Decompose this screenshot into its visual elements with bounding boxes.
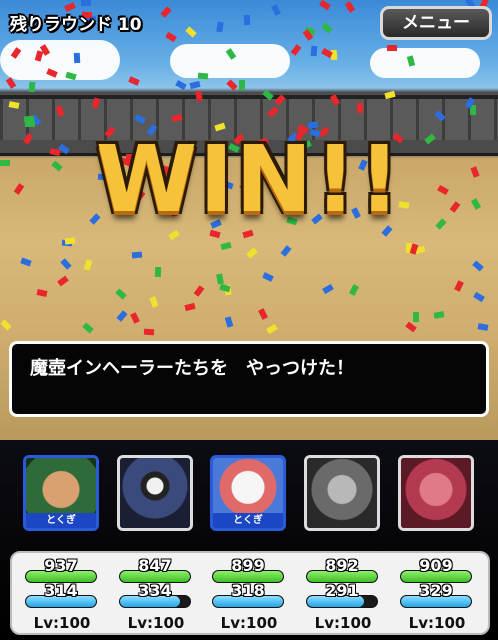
confetti-piece — [60, 258, 72, 270]
confetti-piece — [160, 6, 172, 18]
confetti-piece — [321, 22, 333, 34]
confetti-piece — [57, 275, 69, 287]
confetti-piece — [165, 31, 177, 43]
confetti-piece — [243, 14, 251, 26]
confetti-piece — [195, 90, 203, 102]
confetti-piece — [433, 311, 445, 319]
confetti-piece — [197, 72, 209, 80]
level-label: Lv:100 — [127, 614, 185, 632]
party-portrait-1[interactable]: とくぎ — [23, 455, 99, 531]
confetti-piece — [262, 272, 274, 282]
level-label: Lv:100 — [408, 614, 466, 632]
cloud — [370, 48, 480, 78]
confetti-piece — [28, 81, 36, 93]
confetti-piece — [23, 115, 35, 123]
hp-value: 899 — [231, 556, 265, 575]
confetti-piece — [189, 80, 201, 90]
confetti-piece — [238, 79, 246, 91]
confetti-piece — [258, 308, 268, 320]
confetti-piece — [20, 257, 32, 267]
confetti-piece — [477, 323, 489, 331]
confetti-piece — [310, 45, 318, 57]
mp-value: 314 — [44, 581, 78, 600]
confetti-piece — [115, 288, 127, 300]
level-label: Lv:100 — [314, 614, 372, 632]
confetti-piece — [131, 251, 143, 259]
confetti-piece — [226, 79, 238, 91]
level-label: Lv:100 — [33, 614, 91, 632]
mp-value: 334 — [138, 581, 172, 600]
confetti-piece — [220, 241, 232, 251]
confetti-piece — [36, 289, 48, 297]
confetti-piece — [216, 21, 224, 33]
confetti-piece — [266, 323, 278, 335]
confetti-piece — [224, 316, 234, 328]
hp-value: 847 — [138, 556, 172, 575]
hp-value: 909 — [419, 556, 453, 575]
cloud — [0, 40, 120, 80]
confetti-piece — [80, 0, 92, 7]
mp-value: 291 — [325, 581, 359, 600]
confetti-piece — [356, 102, 364, 114]
portrait-image — [401, 458, 471, 528]
party-portrait-5[interactable] — [398, 455, 474, 531]
message-box: 魔壺インヘーラーたちを やっつけた！ — [9, 341, 489, 417]
mp-value: 329 — [419, 581, 453, 600]
confetti-piece — [322, 283, 334, 295]
confetti-piece — [387, 45, 397, 51]
confetti-piece — [128, 76, 140, 86]
rounds-remaining: 残りラウンド 10 — [10, 15, 142, 35]
confetti-piece — [130, 312, 140, 324]
confetti-piece — [271, 4, 281, 16]
confetti-piece — [405, 321, 417, 333]
mp-value: 318 — [231, 581, 265, 600]
win-banner: WIN!! — [95, 126, 403, 233]
confetti-piece — [184, 302, 196, 312]
confetti-piece — [454, 280, 464, 292]
confetti-piece — [83, 259, 93, 271]
skill-tag: とくぎ — [26, 513, 96, 528]
confetti-piece — [143, 328, 155, 336]
portrait-image — [307, 458, 377, 528]
battle-scene: 残りラウンド 10 メニュー WIN!! 魔壺インヘーラーたちを やっつけた！ — [0, 0, 498, 440]
confetti-piece — [472, 260, 484, 272]
confetti-piece — [193, 285, 205, 297]
party-portrait-2[interactable] — [117, 455, 193, 531]
confetti-piece — [82, 322, 94, 334]
confetti-piece — [246, 247, 258, 259]
confetti-piece — [175, 79, 187, 91]
confetti-piece — [73, 52, 81, 64]
confetti-piece — [349, 284, 359, 296]
confetti-piece — [0, 319, 12, 331]
level-label: Lv:100 — [220, 614, 278, 632]
confetti-piece — [319, 0, 331, 11]
confetti-piece — [116, 310, 128, 322]
confetti-piece — [473, 291, 485, 303]
confetti-piece — [413, 312, 419, 322]
portrait-image — [120, 458, 190, 528]
confetti-piece — [344, 1, 356, 13]
confetti-piece — [219, 283, 231, 293]
confetti-piece — [64, 237, 76, 245]
message-text: 魔壺インヘーラーたちを やっつけた！ — [30, 358, 354, 379]
party-portrait-4[interactable] — [304, 455, 380, 531]
skill-tag: とくぎ — [213, 513, 283, 528]
menu-button[interactable]: メニュー — [380, 6, 492, 40]
confetti-piece — [290, 44, 302, 56]
confetti-piece — [185, 26, 197, 38]
hp-value: 937 — [44, 556, 78, 575]
party-portrait-3[interactable]: とくぎ — [210, 455, 286, 531]
hp-value: 892 — [325, 556, 359, 575]
confetti-piece — [280, 245, 292, 257]
confetti-piece — [154, 266, 162, 278]
confetti-piece — [149, 296, 159, 308]
